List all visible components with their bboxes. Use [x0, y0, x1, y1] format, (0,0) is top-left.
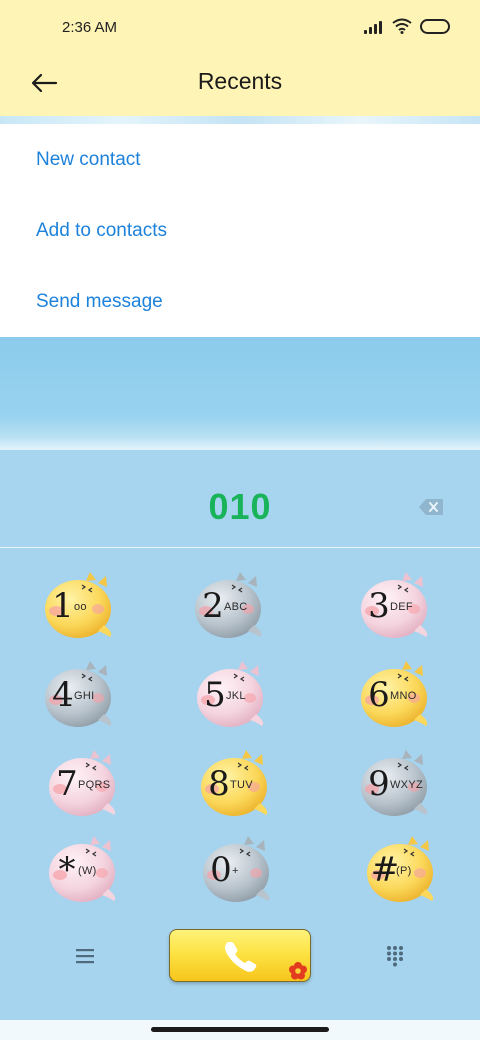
- hamburger-icon[interactable]: [75, 947, 95, 965]
- key-4[interactable]: 4 GHI: [40, 660, 120, 734]
- key-3[interactable]: 3 DEF: [356, 571, 436, 645]
- page-title: Recents: [197, 68, 283, 94]
- send-message-item[interactable]: Send message: [0, 266, 480, 337]
- backspace-icon[interactable]: [418, 498, 444, 516]
- app-header: Recents: [0, 56, 480, 116]
- key-letters: ABC: [224, 601, 248, 613]
- key-letters: TUV: [230, 779, 253, 791]
- key-8[interactable]: 8 TUV: [196, 749, 276, 823]
- flower-icon: [289, 962, 307, 980]
- status-bar: 2:36 AM: [0, 0, 480, 56]
- dialed-number: 010: [208, 486, 272, 527]
- status-icons: [364, 18, 450, 34]
- key-letters: GHI: [74, 690, 95, 702]
- key-9[interactable]: 9 WXYZ: [356, 749, 436, 823]
- key-letters: (P): [396, 865, 412, 877]
- call-button[interactable]: [169, 929, 311, 982]
- new-contact-item[interactable]: New contact: [0, 124, 480, 195]
- key-letters: JKL: [226, 690, 246, 702]
- key-7[interactable]: 7 PQRS: [44, 749, 124, 823]
- key-letters: PQRS: [78, 779, 111, 791]
- key-0[interactable]: 0 +: [198, 835, 278, 909]
- key-5[interactable]: 5 JKL: [192, 660, 272, 734]
- keypad: 1 oo 2 ABC 3 DEF 4 GHI 5 JKL 6 MNO 7 PQR…: [0, 549, 480, 919]
- key-letters: (W): [78, 865, 97, 877]
- key-star[interactable]: * (W): [44, 835, 124, 909]
- key-letters: MNO: [390, 690, 417, 702]
- header-cloud-strip: [0, 116, 480, 124]
- key-hash[interactable]: # (P): [362, 835, 442, 909]
- key-letters: +: [232, 865, 239, 877]
- signal-icon: [364, 18, 384, 34]
- key-letters: WXYZ: [390, 779, 423, 791]
- sky-background: [0, 337, 480, 450]
- home-indicator[interactable]: [151, 1027, 329, 1032]
- key-letters: DEF: [390, 601, 413, 613]
- key-letters: oo: [74, 601, 87, 613]
- key-2[interactable]: 2 ABC: [190, 571, 270, 645]
- recents-menu: New contact Add to contacts Send message: [0, 124, 480, 337]
- phone-icon: [225, 942, 307, 980]
- status-time: 2:36 AM: [62, 19, 118, 36]
- key-6[interactable]: 6 MNO: [356, 660, 436, 734]
- add-to-contacts-item[interactable]: Add to contacts: [0, 195, 480, 266]
- dial-display: 010: [0, 450, 480, 548]
- dialpad-icon[interactable]: [386, 945, 404, 967]
- key-1[interactable]: 1 oo: [40, 571, 120, 645]
- wifi-icon: [392, 18, 412, 34]
- battery-icon: [420, 18, 450, 34]
